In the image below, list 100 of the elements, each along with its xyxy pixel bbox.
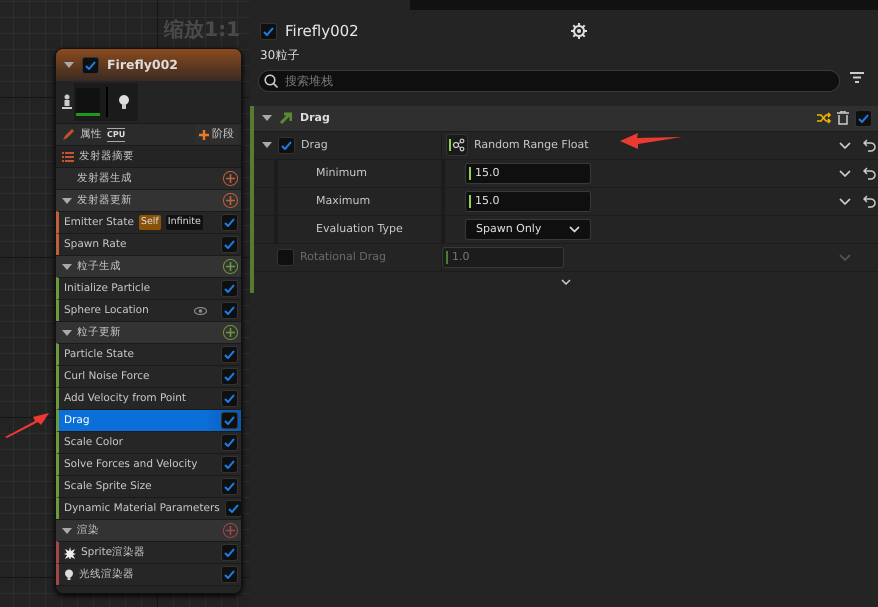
property-label: Maximum	[316, 192, 370, 209]
checkbox[interactable]	[221, 434, 238, 451]
module-row[interactable]: Particle State	[56, 343, 241, 365]
module-row[interactable]: Add Velocity from Point	[56, 387, 241, 409]
checkmark-icon	[224, 218, 235, 227]
checkbox[interactable]	[221, 478, 238, 495]
section-title[interactable]: 粒子生成	[77, 258, 121, 274]
checkbox[interactable]	[82, 56, 99, 74]
module-row[interactable]: Spawn Rate	[56, 233, 241, 255]
checkbox[interactable]	[221, 456, 238, 473]
property-label: Minimum	[316, 164, 367, 181]
checkmark-icon	[263, 26, 274, 36]
reset-icon[interactable]	[863, 194, 876, 208]
checkbox[interactable]	[221, 280, 238, 297]
module-row[interactable]: Sprite渲染器	[56, 541, 241, 563]
checkmark-icon	[224, 482, 235, 491]
checkbox[interactable]	[221, 346, 238, 363]
expand-arrow-icon[interactable]	[62, 198, 72, 204]
checkmark-icon	[281, 140, 292, 150]
module-row[interactable]: Solve Forces and Velocity	[56, 453, 241, 475]
bulb-icon	[118, 94, 130, 110]
dynamic-input-icon[interactable]	[446, 134, 468, 156]
property-label: Drag	[301, 136, 328, 153]
expand-arrow-icon[interactable]	[262, 115, 272, 121]
number-field[interactable]: 15.0	[465, 162, 591, 184]
checkmark-icon	[224, 416, 235, 425]
dynamic-input-name: Random Range Float	[474, 136, 589, 153]
checkmark-icon	[224, 372, 235, 381]
checkmark-icon	[224, 548, 235, 557]
checkbox[interactable]	[224, 500, 241, 517]
expand-arrow-icon[interactable]	[262, 142, 272, 148]
module-row[interactable]: Emitter State Self Infinite	[56, 211, 241, 233]
section-title[interactable]: 粒子更新	[77, 324, 121, 340]
checkmark-icon	[85, 60, 96, 70]
expand-arrow-icon[interactable]	[62, 264, 72, 270]
checkmark-icon	[858, 114, 869, 122]
checkbox[interactable]	[221, 544, 238, 561]
checkbox[interactable]	[855, 110, 872, 126]
bulb-icon	[64, 568, 74, 580]
checkbox[interactable]	[221, 566, 238, 583]
module-icon	[280, 112, 292, 124]
settings-icon[interactable]	[570, 23, 587, 40]
emitter-name: Firefly002	[285, 21, 359, 42]
checkmark-icon	[224, 570, 235, 579]
number-field[interactable]: 15.0	[465, 190, 591, 212]
expand-arrow-icon[interactable]	[64, 62, 74, 68]
checkbox[interactable]	[260, 22, 277, 40]
checkmark-icon	[224, 284, 235, 293]
checkmark-icon	[224, 460, 235, 469]
checkbox[interactable]	[278, 136, 295, 154]
list-icon	[62, 152, 74, 162]
expand-arrow-icon[interactable]	[62, 330, 72, 336]
module-row[interactable]: Drag	[56, 409, 241, 431]
module-title: Drag	[300, 110, 330, 126]
add-icon[interactable]	[223, 193, 238, 208]
tag: Infinite	[166, 215, 203, 230]
checkmark-icon	[224, 438, 235, 447]
checkbox[interactable]	[221, 368, 238, 385]
checkbox[interactable]	[221, 412, 238, 429]
property-label: Rotational Drag	[300, 248, 386, 265]
checkbox[interactable]	[221, 390, 238, 407]
search-field[interactable]: 搜索堆栈	[258, 70, 840, 92]
section-title[interactable]: 渲染	[77, 522, 99, 538]
dropdown[interactable]: Spawn Only	[465, 218, 591, 240]
add-icon[interactable]	[223, 171, 238, 186]
checkbox[interactable]	[221, 214, 238, 231]
checkbox[interactable]	[221, 302, 238, 319]
summary-label[interactable]: 发射器摘要	[79, 148, 134, 164]
add-icon[interactable]	[223, 259, 238, 274]
checkmark-icon	[224, 394, 235, 403]
add-icon[interactable]	[223, 325, 238, 340]
particle-count: 30粒子	[260, 46, 300, 64]
node-title: Firefly002	[107, 56, 178, 74]
reset-icon[interactable]	[863, 166, 876, 180]
plus-icon	[199, 130, 209, 140]
filter-icon[interactable]	[850, 72, 864, 83]
trash-icon	[837, 111, 849, 125]
property-label: Evaluation Type	[316, 220, 403, 237]
burst-icon	[64, 546, 76, 558]
module-row[interactable]: Dynamic Material Parameters	[56, 497, 241, 519]
module-row[interactable]: Sphere Location	[56, 299, 241, 321]
module-row[interactable]: Scale Color	[56, 431, 241, 453]
arrow-annotation	[620, 133, 682, 149]
figure-icon	[62, 94, 72, 110]
checkmark-icon	[224, 240, 235, 249]
pencil-icon	[62, 128, 75, 141]
module-row[interactable]: Scale Sprite Size	[56, 475, 241, 497]
checkbox[interactable]	[221, 236, 238, 253]
module-row[interactable]: Initialize Particle	[56, 277, 241, 299]
reset-icon[interactable]	[863, 138, 876, 152]
shuffle-icon	[817, 112, 831, 124]
properties-label: 属性	[80, 126, 102, 142]
checkmark-icon	[224, 350, 235, 359]
caret-icon	[569, 226, 580, 232]
module-row[interactable]: 光线渲染器	[56, 563, 241, 585]
eye-icon	[194, 306, 207, 314]
expand-arrow-icon[interactable]	[62, 528, 72, 534]
checkmark-icon	[224, 306, 235, 315]
module-row[interactable]: Curl Noise Force	[56, 365, 241, 387]
checkmark-icon	[228, 504, 239, 513]
